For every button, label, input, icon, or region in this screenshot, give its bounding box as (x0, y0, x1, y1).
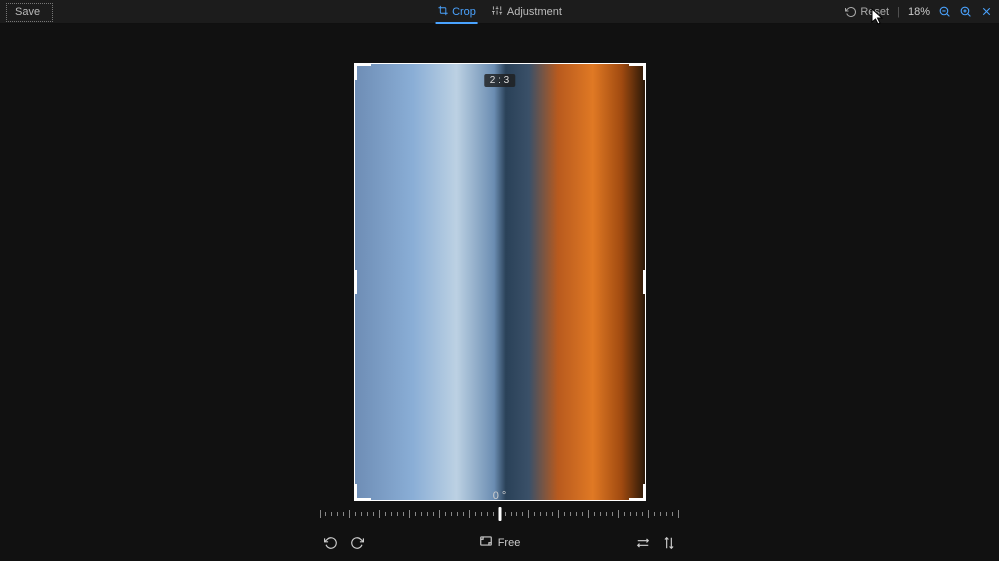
aspect-mode-label: Free (498, 537, 521, 549)
divider: | (897, 6, 900, 18)
rotate-ccw-button[interactable] (324, 536, 338, 550)
reset-label: Reset (860, 6, 889, 18)
top-toolbar: Save Crop Adjustment Reset | 18% (0, 0, 999, 24)
bottom-controls: 0 ° Free (320, 490, 680, 561)
reset-button[interactable]: Reset (845, 6, 889, 18)
crop-box[interactable]: 2 : 3 (354, 63, 646, 501)
rotation-angle-label: 0 ° (320, 490, 680, 502)
crop-handle-tl[interactable] (354, 63, 371, 80)
image-preview (355, 64, 645, 500)
flip-vertical-button[interactable] (662, 536, 676, 550)
mode-tabs: Crop Adjustment (437, 0, 562, 23)
crop-icon (437, 5, 448, 19)
save-button[interactable]: Save (6, 3, 53, 22)
sliders-icon (492, 5, 503, 19)
crop-handle-left[interactable] (354, 270, 357, 294)
rotate-cw-button[interactable] (350, 536, 364, 550)
crop-handle-right[interactable] (643, 270, 646, 294)
zoom-out-button[interactable] (938, 5, 951, 18)
crop-handle-tr[interactable] (629, 63, 646, 80)
save-label: Save (15, 6, 40, 18)
tab-adjustment[interactable]: Adjustment (492, 0, 562, 23)
aspect-ratio-icon (479, 534, 493, 551)
action-row: Free (320, 534, 680, 561)
zoom-in-button[interactable] (959, 5, 972, 18)
close-button[interactable] (980, 5, 993, 18)
flip-horizontal-button[interactable] (636, 536, 650, 550)
aspect-ratio-button[interactable]: Free (479, 534, 521, 551)
aspect-ratio-badge: 2 : 3 (484, 74, 515, 87)
canvas-area: 2 : 3 0 ° (0, 23, 999, 561)
tab-adjustment-label: Adjustment (507, 6, 562, 18)
zoom-level-label: 18% (908, 6, 930, 18)
rotation-ruler[interactable] (320, 506, 680, 524)
ruler-center-handle[interactable] (498, 507, 501, 521)
tab-crop[interactable]: Crop (437, 0, 476, 23)
tab-crop-label: Crop (452, 6, 476, 18)
right-tools: Reset | 18% (845, 0, 993, 23)
